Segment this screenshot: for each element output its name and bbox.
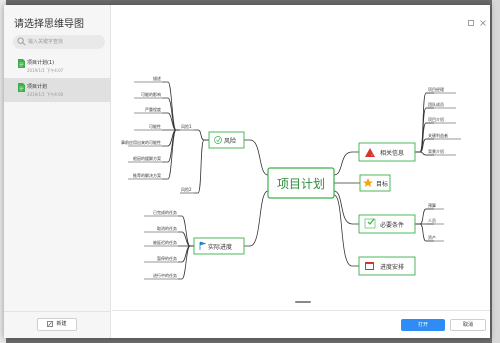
node-related-info-label: 相关信息 bbox=[380, 149, 404, 157]
file-item-selected[interactable]: 项目计划 2019/1/1 下午4:00 bbox=[4, 78, 111, 102]
leaf-label: 严重程度 bbox=[145, 106, 161, 112]
node-progress-plan-label: 进度安排 bbox=[380, 263, 404, 271]
leaf-label: 事前应用出来的可能性 bbox=[121, 139, 161, 145]
new-button-label: 新建 bbox=[56, 321, 67, 327]
leaf-label: 被延迟的任务 bbox=[153, 239, 177, 245]
search-input[interactable]: 输入关键字查找 bbox=[13, 35, 105, 49]
leaf-label: 项目介绍 bbox=[428, 116, 444, 122]
horizontal-scrollbar[interactable] bbox=[295, 301, 311, 303]
leaf-label: 预算 bbox=[428, 202, 436, 208]
file-icon bbox=[18, 83, 25, 92]
footer-divider bbox=[112, 310, 490, 311]
background-right bbox=[492, 0, 500, 343]
node-risk-label: 风险 bbox=[224, 137, 236, 145]
leaf-label: 人员 bbox=[428, 217, 436, 223]
leaf-label: 团队成员 bbox=[428, 101, 444, 107]
leaf-label: 资产 bbox=[428, 234, 436, 240]
leaf-label: 项目经理 bbox=[428, 86, 444, 92]
search-placeholder: 输入关键字查找 bbox=[28, 39, 64, 45]
new-file-icon bbox=[47, 320, 54, 327]
node-actual-progress-label: 实际进度 bbox=[208, 243, 232, 251]
calendar-icon-page bbox=[366, 264, 373, 269]
leaf-label: 描述 bbox=[153, 75, 161, 81]
leaf-label: 可能的影响 bbox=[141, 91, 161, 97]
file-list: 项目计划(1) 2019/1/1 下午4:07 项目计划 2019/1/1 下午… bbox=[4, 54, 111, 102]
open-button[interactable]: 打开 bbox=[401, 319, 445, 331]
file-name: 项目计划(1) bbox=[27, 60, 55, 66]
dialog-title: 请选择思维导图 bbox=[14, 19, 84, 30]
file-item[interactable]: 项目计划(1) 2019/1/1 下午4:07 bbox=[4, 54, 111, 78]
new-button[interactable]: 新建 bbox=[37, 318, 77, 331]
file-icon bbox=[18, 59, 25, 68]
file-date: 2019/1/1 下午4:07 bbox=[27, 68, 64, 73]
warning-icon-mark: ! bbox=[371, 153, 372, 157]
leaf-label: 暂停的任务 bbox=[157, 255, 177, 261]
cancel-button[interactable]: 取消 bbox=[450, 319, 486, 331]
mindmap-preview: 项目计划 ! 相关信息 目标 必要条件 进度安排 项目经理 团队成员 项目介绍 … bbox=[121, 75, 461, 280]
sidebar: 请选择思维导图 输入关键字查找 项目计划(1) 2019/1/1 下午4:07 … bbox=[4, 5, 111, 338]
file-date: 2019/1/1 下午4:00 bbox=[27, 92, 64, 97]
node-goal-label: 目标 bbox=[376, 180, 388, 188]
select-mindmap-dialog: 请选择思维导图 输入关键字查找 项目计划(1) 2019/1/1 下午4:07 … bbox=[4, 5, 490, 338]
leaf-label: 背景介绍 bbox=[428, 148, 444, 154]
file-name: 项目计划 bbox=[27, 84, 48, 90]
leaf-label: 进行中的任务 bbox=[153, 272, 177, 278]
search-icon bbox=[17, 37, 26, 46]
leaf-label: 风险1 bbox=[181, 123, 192, 129]
sidebar-divider bbox=[4, 311, 110, 312]
leaf-label: 可能性 bbox=[149, 123, 161, 129]
node-requirements-label: 必要条件 bbox=[380, 221, 404, 229]
leaf-label: 取消的任务 bbox=[157, 225, 177, 231]
leaf-label: 风险2 bbox=[181, 186, 192, 192]
leaf-label: 关键利益者 bbox=[428, 132, 448, 138]
central-node-label: 项目计划 bbox=[277, 177, 325, 191]
leaf-label: 已完成的任务 bbox=[153, 209, 177, 215]
leaf-label: 根因的缓解方案 bbox=[133, 155, 161, 161]
leaf-label: 推荐的解决方案 bbox=[133, 172, 161, 178]
